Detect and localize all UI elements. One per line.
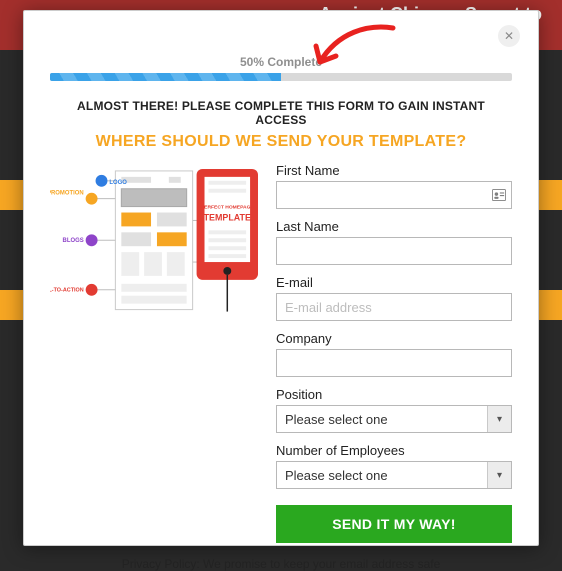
chevron-down-icon: ▾ [487,462,511,488]
email-input[interactable] [276,293,512,321]
close-icon: ✕ [504,29,514,43]
progress-label: 50% Complete [50,55,512,69]
company-label: Company [276,331,512,346]
privacy-note: Privacy Policy: We promise to keep your … [50,557,512,571]
last-name-input[interactable] [276,237,512,265]
close-button[interactable]: ✕ [498,25,520,47]
employees-label: Number of Employees [276,443,512,458]
company-input[interactable] [276,349,512,377]
signup-form: First Name Last Name E-mail Company Posi… [276,163,512,543]
position-select[interactable]: Please select one ▾ [276,405,512,433]
progress-track [50,73,512,81]
svg-text:TEMPLATE: TEMPLATE [204,212,251,222]
headline-question: WHERE SHOULD WE SEND YOUR TEMPLATE? [50,133,512,151]
svg-text:LOGO: LOGO [109,180,127,186]
employees-selected-value: Please select one [285,468,388,483]
submit-button[interactable]: SEND IT MY WAY! [276,505,512,543]
svg-text:PERFECT HOMEPAGE: PERFECT HOMEPAGE [201,205,255,211]
first-name-label: First Name [276,163,512,178]
signup-modal: ✕ 50% Complete ALMOST THERE! PLEASE COMP… [23,10,539,546]
position-selected-value: Please select one [285,412,388,427]
progress-fill [50,73,281,81]
contact-card-icon [492,189,506,201]
headline-instruction: ALMOST THERE! PLEASE COMPLETE THIS FORM … [50,99,512,127]
position-label: Position [276,387,512,402]
svg-text:BLOGS: BLOGS [63,238,84,244]
email-label: E-mail [276,275,512,290]
svg-text:PROMOTION: PROMOTION [50,191,84,197]
chevron-down-icon: ▾ [487,406,511,432]
svg-text:CALL-TO-ACTION: CALL-TO-ACTION [50,288,84,294]
template-illustration: LOGO PROMOTION BLOGS CALL-TO-ACTION LEAD… [50,163,258,543]
employees-select[interactable]: Please select one ▾ [276,461,512,489]
progress-bar: 50% Complete [50,55,512,81]
first-name-input[interactable] [276,181,512,209]
last-name-label: Last Name [276,219,512,234]
